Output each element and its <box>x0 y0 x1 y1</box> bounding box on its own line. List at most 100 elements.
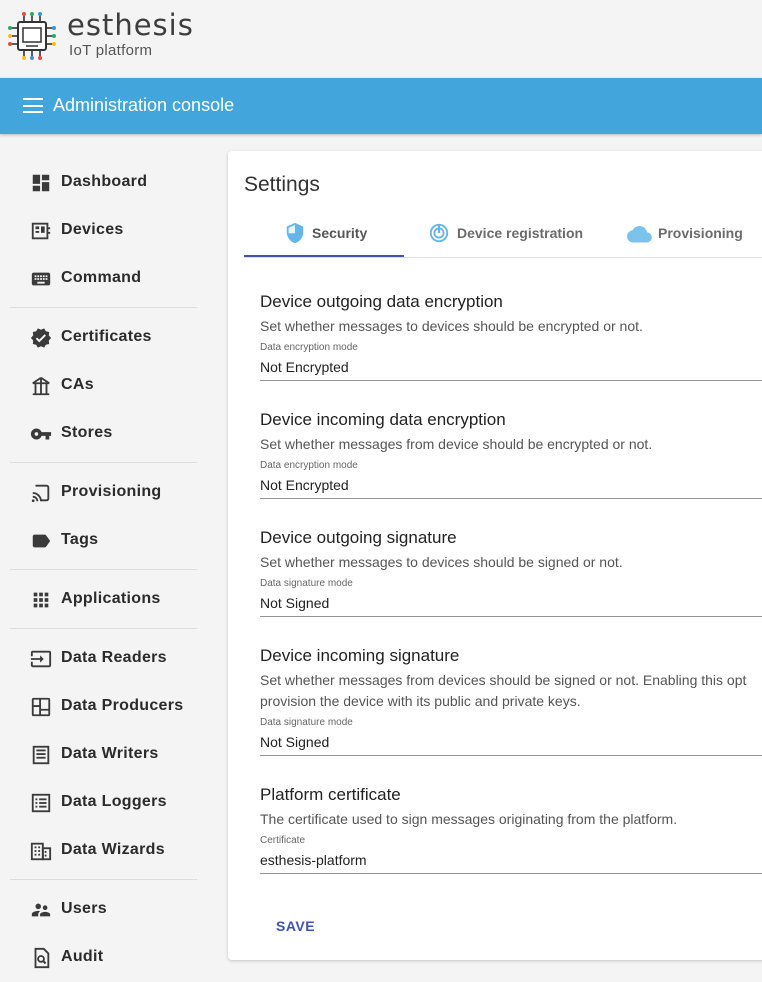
field-value: esthesis-platform <box>260 852 367 868</box>
cast-icon <box>31 484 50 503</box>
storage-icon <box>32 745 50 765</box>
section-title: Platform certificate <box>260 785 401 804</box>
field-value: Not Signed <box>260 595 330 611</box>
data-encryption-mode-select[interactable]: Data encryption mode Not Encrypted <box>260 342 762 381</box>
list-icon <box>31 793 51 813</box>
sidebar-item-label: Devices <box>61 221 124 238</box>
sidebar-item-command[interactable]: Command <box>10 254 197 302</box>
find-in-page-icon <box>34 947 50 969</box>
data-signature-mode-select[interactable]: Data signature mode Not Signed <box>260 717 762 756</box>
save-button[interactable]: SAVE <box>260 909 326 943</box>
sidebar-item-data-writers[interactable]: Data Writers <box>10 730 197 778</box>
sidebar-item-label: Data Readers <box>61 649 167 666</box>
section-description: Set whether messages from devices should… <box>260 672 747 688</box>
keyboard-icon <box>31 272 51 286</box>
dashboard-icon <box>32 174 50 192</box>
sidebar-item-label: Audit <box>61 948 104 965</box>
sidebar-item-data-wizards[interactable]: Data Wizards <box>10 826 197 874</box>
sidebar-item-users[interactable]: Users <box>10 885 197 933</box>
input-icon <box>30 650 52 668</box>
people-icon <box>31 903 51 917</box>
menu-icon[interactable] <box>23 98 43 114</box>
field-label: Data encryption mode <box>260 460 358 471</box>
active-tab-indicator <box>244 255 404 257</box>
section-description: Set whether messages from device should … <box>260 436 653 452</box>
section-description: Set whether messages to devices should b… <box>260 554 623 570</box>
section-description: The certificate used to sign messages or… <box>260 811 678 827</box>
brand-name: esthesis <box>67 8 194 42</box>
verified-badge-icon <box>30 328 52 348</box>
section-title: Device incoming data encryption <box>260 410 506 429</box>
sidebar-item-data-readers[interactable]: Data Readers <box>10 634 197 682</box>
sidebar-divider <box>10 307 197 308</box>
field-value: Not Signed <box>260 734 330 750</box>
sidebar-item-devices[interactable]: Devices <box>10 206 197 254</box>
sidebar-item-label: Certificates <box>61 328 152 345</box>
tab-label: Security <box>312 225 368 241</box>
certificate-select[interactable]: Certificate esthesis-platform <box>260 835 762 874</box>
grid-icon <box>30 842 52 861</box>
sidebar-item-cas[interactable]: CAs <box>10 361 197 409</box>
sidebar-item-label: Data Writers <box>61 745 159 762</box>
field-value: Not Encrypted <box>260 359 349 375</box>
sidebar-item-label: Provisioning <box>61 483 162 500</box>
section-title: Device outgoing signature <box>260 528 457 547</box>
sidebar-divider <box>10 628 197 629</box>
app-bar-title: Administration console <box>53 95 235 115</box>
field-label: Certificate <box>260 835 306 846</box>
settings-card: Settings Security Device registration Pr… <box>228 151 762 960</box>
sidebar-item-label: Dashboard <box>61 173 148 190</box>
tab-label: Device registration <box>457 225 584 241</box>
sidebar-nav: Dashboard Devices Command Certificates C… <box>10 158 197 981</box>
sidebar-divider <box>10 879 197 880</box>
field-value: Not Encrypted <box>260 477 349 493</box>
apps-grid-icon <box>33 592 49 608</box>
section-description: Set whether messages to devices should b… <box>260 318 643 334</box>
tab-label: Provisioning <box>658 225 743 241</box>
devices-icon <box>31 222 51 240</box>
sidebar-item-provisioning[interactable]: Provisioning <box>10 468 197 516</box>
sidebar-item-label: Data Wizards <box>61 841 165 858</box>
brand-header: esthesis IoT platform <box>0 0 762 78</box>
field-label: Data signature mode <box>260 578 353 589</box>
chip-logo-icon <box>8 12 56 60</box>
registration-icon <box>429 223 449 243</box>
sidebar-item-audit[interactable]: Audit <box>10 933 197 981</box>
shield-icon <box>286 222 304 244</box>
sidebar-item-data-producers[interactable]: Data Producers <box>10 682 197 730</box>
sidebar-item-label: CAs <box>61 376 94 393</box>
sidebar-divider <box>10 462 197 463</box>
dashboard-outline-icon <box>31 697 51 717</box>
data-encryption-mode-select[interactable]: Data encryption mode Not Encrypted <box>260 460 762 499</box>
section-title: Device outgoing data encryption <box>260 292 503 311</box>
field-label: Data encryption mode <box>260 342 358 353</box>
page-title: Settings <box>244 173 320 196</box>
sidebar-divider <box>10 569 197 570</box>
sidebar-item-tags[interactable]: Tags <box>10 516 197 564</box>
sidebar-item-label: Command <box>61 269 142 286</box>
sidebar-item-label: Tags <box>61 531 99 548</box>
sidebar-item-label: Applications <box>61 590 161 607</box>
section-description-continued: provision the device with its public and… <box>260 693 581 709</box>
field-label: Data signature mode <box>260 717 353 728</box>
data-signature-mode-select[interactable]: Data signature mode Not Signed <box>260 578 762 617</box>
cloud-icon <box>627 226 652 243</box>
sidebar-item-certificates[interactable]: Certificates <box>10 313 197 361</box>
tab-device-registration[interactable]: Device registration <box>420 213 600 255</box>
label-icon <box>32 534 51 548</box>
account-tree-icon <box>32 376 50 396</box>
sidebar-item-data-loggers[interactable]: Data Loggers <box>10 778 197 826</box>
sidebar-item-label: Users <box>61 900 107 917</box>
brand-subtitle: IoT platform <box>69 42 153 59</box>
sidebar-item-label: Data Producers <box>61 697 184 714</box>
tab-provisioning[interactable]: Provisioning <box>618 213 762 255</box>
tab-security[interactable]: Security <box>244 213 404 255</box>
settings-tabs: Security Device registration Provisionin… <box>244 213 762 258</box>
section-title: Device incoming signature <box>260 646 460 665</box>
sidebar-item-stores[interactable]: Stores <box>10 409 197 457</box>
top-app-bar: Administration console <box>0 78 762 134</box>
sidebar-item-dashboard[interactable]: Dashboard <box>10 158 197 206</box>
key-icon <box>30 428 52 440</box>
sidebar-item-applications[interactable]: Applications <box>10 575 197 623</box>
sidebar-item-label: Stores <box>61 424 113 441</box>
